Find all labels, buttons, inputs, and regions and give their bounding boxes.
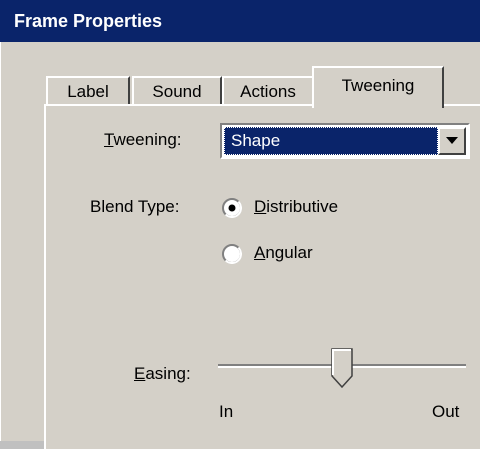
frame-properties-window: Frame Properties Label Sound Actions Twe… xyxy=(0,0,480,449)
radio-dot-icon xyxy=(228,204,236,212)
easing-mnemonic: E xyxy=(134,364,146,383)
easing-max-label: Out xyxy=(432,402,460,421)
easing-min-label: In xyxy=(219,402,234,421)
tab-label-text: Label xyxy=(67,82,109,101)
easing-label: Easing: xyxy=(134,364,191,384)
radio-angular[interactable] xyxy=(222,244,242,264)
distributive-rest: istributive xyxy=(266,197,339,216)
radio-distributive[interactable] xyxy=(222,198,242,218)
option-distributive-label[interactable]: Distributive xyxy=(254,197,338,217)
window-title: Frame Properties xyxy=(14,11,163,31)
title-bar[interactable]: Frame Properties xyxy=(0,0,480,42)
tweening-select[interactable]: Shape xyxy=(220,123,470,159)
blend-type-label: Blend Type: xyxy=(90,197,180,216)
tweening-selected-value: Shape xyxy=(231,131,281,150)
tab-actions-text: Actions xyxy=(240,82,296,101)
tab-label[interactable]: Label xyxy=(46,76,130,106)
chevron-down-icon xyxy=(446,137,458,144)
easing-label-rest: asing: xyxy=(145,364,191,383)
dropdown-button[interactable] xyxy=(438,127,466,155)
tab-sound-text: Sound xyxy=(152,82,202,101)
tweening-field-label: Tweening: xyxy=(104,130,182,150)
angular-mnemonic: A xyxy=(254,243,266,262)
tweening-label-rest: weening: xyxy=(113,130,182,149)
distributive-mnemonic: D xyxy=(254,197,267,216)
tab-sound[interactable]: Sound xyxy=(132,76,222,106)
tab-tweening[interactable]: Tweening xyxy=(312,66,444,108)
angular-rest: ngular xyxy=(265,243,313,262)
tab-tweening-text: Tweening xyxy=(341,76,415,95)
easing-slider-thumb[interactable] xyxy=(331,348,353,388)
tab-actions[interactable]: Actions xyxy=(222,76,314,106)
option-angular-label[interactable]: Angular xyxy=(254,243,313,263)
tweening-select-value-box: Shape xyxy=(224,127,438,155)
